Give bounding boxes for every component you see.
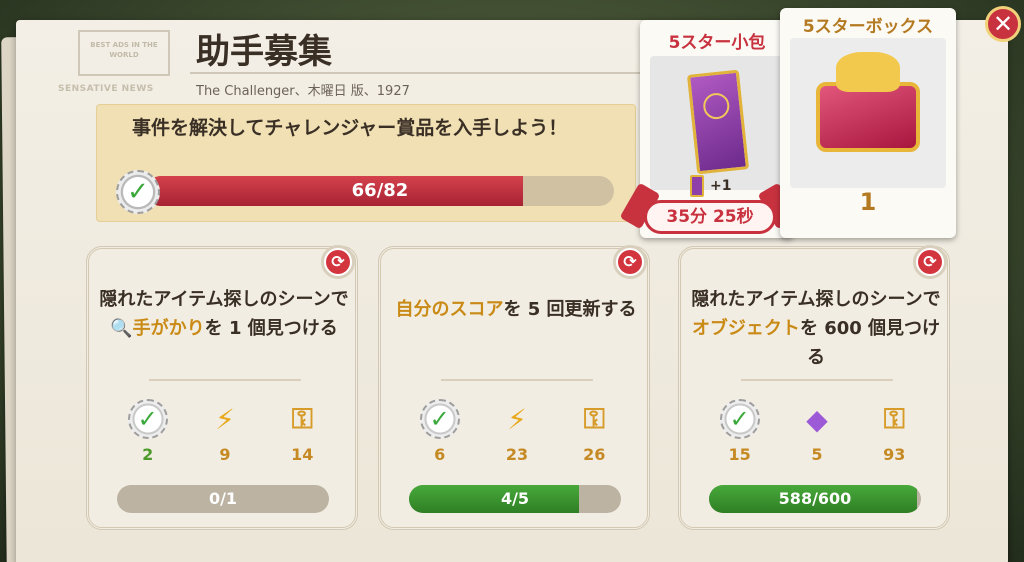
reward-item: ⚿ 93 — [864, 399, 924, 464]
task-text-part: を 5 回更新する — [503, 299, 637, 320]
key-icon: ⚿ — [291, 402, 313, 435]
reward-value: 93 — [883, 445, 906, 464]
task-panel-1: ⟳ 隠れたアイテム探しのシーンで 🔍手がかりを 1 個見つける ✓ 2 ⚡ 9 ⚿… — [86, 245, 358, 530]
gem-icon: ◆ — [806, 402, 828, 436]
reward-card-small-title: 5スター小包 — [668, 33, 766, 53]
reward-item: ✓ 2 — [118, 399, 178, 464]
key-icon: ⚿ — [883, 402, 905, 435]
reward-value: 15 — [728, 445, 751, 464]
task-progress-bar: 4/5 — [409, 485, 621, 513]
card-pack-icon — [686, 69, 750, 175]
reward-card-big-image — [790, 38, 946, 188]
page-subtitle: The Challenger、木曜日 版、1927 — [196, 84, 410, 99]
task-description: 隠れたアイテム探しのシーンで 🔍手がかりを 1 個見つける — [99, 285, 349, 343]
check-icon: ✓ — [419, 399, 460, 439]
reward-item: ⚿ 14 — [272, 399, 332, 464]
masthead-logo: BEST ADS IN THE WORLD — [78, 30, 170, 76]
reward-card-big-count: 1 — [859, 188, 877, 216]
refresh-task-button[interactable]: ⟳ — [913, 245, 947, 279]
title-divider — [190, 72, 640, 74]
gift-bow-icon — [836, 52, 900, 92]
check-icon: ✓ — [719, 399, 760, 439]
task-progress-label: 4/5 — [500, 489, 530, 508]
lightning-icon: ⚡ — [215, 402, 235, 436]
refresh-task-button[interactable]: ⟳ — [613, 245, 647, 279]
reward-card-big-title: 5スターボックス — [802, 17, 934, 37]
reward-value: 2 — [142, 445, 154, 464]
challenge-progress-label: 66/82 — [351, 180, 409, 201]
refresh-task-button[interactable]: ⟳ — [321, 245, 355, 279]
masthead-subtitle: SENSATIVE NEWS — [58, 84, 154, 94]
task-text-highlight: 手がかり — [132, 318, 205, 339]
book-emblem-icon — [702, 91, 731, 121]
task-text-part: を 600 個見つける — [799, 318, 941, 368]
close-button[interactable]: ✕ — [985, 6, 1021, 42]
task-description: 隠れたアイテム探しのシーンでオブジェクトを 600 個見つける — [691, 285, 941, 372]
task-panel-3: ⟳ 隠れたアイテム探しのシーンでオブジェクトを 600 個見つける ✓ 15 ◆… — [678, 245, 950, 530]
reward-value: 26 — [583, 445, 606, 464]
refresh-icon: ⟳ — [918, 250, 942, 274]
task-divider — [741, 379, 893, 381]
lightning-icon: ⚡ — [507, 402, 527, 436]
gift-chest-icon — [816, 82, 920, 152]
task-text-highlight: オブジェクト — [691, 318, 800, 339]
key-icon: ⚿ — [583, 402, 605, 435]
task-text-highlight: 自分のスコア — [395, 299, 504, 320]
task-text-part: 隠れたアイテム探しのシーンで — [691, 289, 941, 310]
task-divider — [149, 379, 301, 381]
reward-item: ✓ 15 — [710, 399, 770, 464]
task-progress-label: 588/600 — [778, 489, 852, 508]
check-badge-icon: ✓ — [116, 170, 160, 214]
challenge-progress-bar: 66/82 — [146, 176, 614, 206]
magnifier-icon: 🔍 — [110, 318, 133, 339]
reward-timer: 35分 25秒 — [644, 200, 776, 234]
reward-value: 9 — [219, 445, 231, 464]
reward-bonus-count: +1 — [710, 178, 732, 194]
mini-card-pack-icon — [690, 175, 704, 197]
task-rewards: ✓ 6 ⚡ 23 ⚿ 26 — [401, 399, 633, 464]
task-text-part: 隠れたアイテム探しのシーンで — [99, 289, 349, 310]
reward-item: ◆ 5 — [787, 399, 847, 465]
task-text-part: を 1 個見つける — [204, 318, 338, 339]
reward-value: 6 — [434, 445, 446, 464]
task-progress-label: 0/1 — [208, 489, 238, 508]
reward-value: 14 — [291, 445, 314, 464]
page-title: 助手募集 — [196, 32, 332, 72]
reward-value: 23 — [505, 445, 529, 464]
task-description: 自分のスコアを 5 回更新する — [391, 295, 641, 324]
task-panel-2: ⟳ 自分のスコアを 5 回更新する ✓ 6 ⚡ 23 ⚿ 26 4/5 — [378, 245, 650, 530]
reward-item: ⚿ 26 — [564, 399, 624, 464]
challenge-text: 事件を解決してチャレンジャー賞品を入手しよう！ — [132, 117, 568, 139]
refresh-icon: ⟳ — [618, 250, 642, 274]
task-progress-bar: 588/600 — [709, 485, 921, 513]
refresh-icon: ⟳ — [326, 250, 350, 274]
reward-card-small-image — [650, 56, 784, 190]
task-rewards: ✓ 15 ◆ 5 ⚿ 93 — [701, 399, 933, 464]
task-divider — [441, 379, 593, 381]
reward-card-big[interactable]: 5スターボックス 1 — [780, 8, 956, 238]
reward-item: ⚡ 9 — [195, 399, 255, 465]
reward-value: 5 — [811, 445, 823, 464]
reward-item: ⚡ 23 — [487, 399, 547, 465]
check-plus-icon: ✓ — [127, 399, 168, 439]
reward-item: ✓ 6 — [410, 399, 470, 464]
task-progress-bar: 0/1 — [117, 485, 329, 513]
task-rewards: ✓ 2 ⚡ 9 ⚿ 14 — [109, 399, 341, 464]
